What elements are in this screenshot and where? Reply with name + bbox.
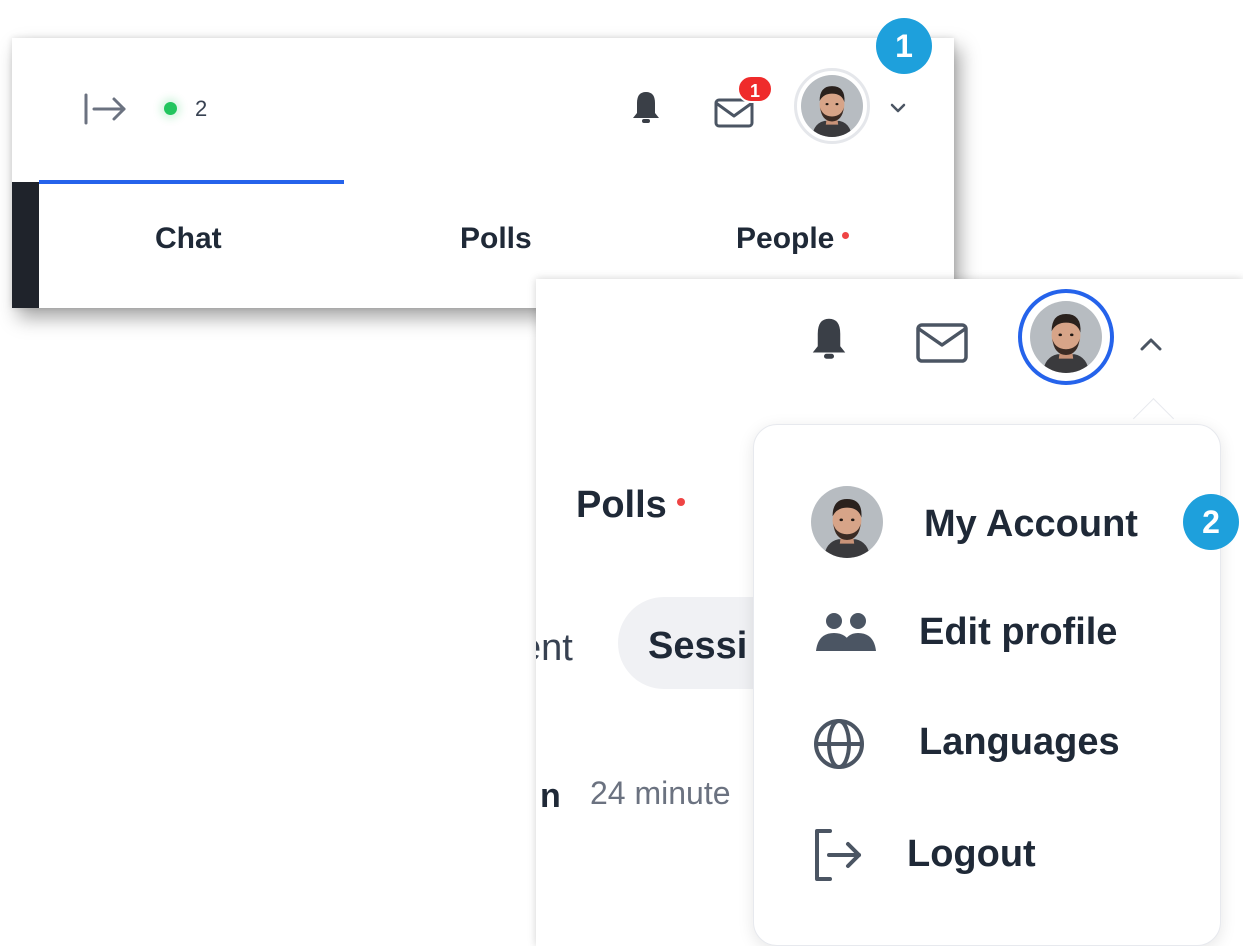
- sidebar-strip: [12, 182, 39, 308]
- account-dropdown-menu: My Account Edit profile Languages Logout: [753, 424, 1221, 946]
- expand-sidebar-icon[interactable]: [82, 91, 130, 127]
- globe-icon: [814, 719, 864, 769]
- chevron-up-icon[interactable]: [1136, 333, 1166, 355]
- mail-icon[interactable]: [914, 321, 970, 365]
- menu-item-label: Logout: [907, 833, 1036, 875]
- polls-notification-dot: [676, 498, 685, 506]
- bell-icon[interactable]: [626, 88, 666, 128]
- top-navbar-panel: 2 1 Chat Polls People: [12, 38, 954, 308]
- online-count: 2: [195, 96, 208, 121]
- tab-polls[interactable]: Polls: [576, 484, 685, 527]
- menu-item-label: My Account: [924, 503, 1138, 545]
- users-icon: [816, 613, 876, 651]
- avatar[interactable]: [801, 75, 863, 137]
- chevron-down-icon[interactable]: [886, 98, 910, 118]
- session-filter-label: Sessi: [648, 625, 748, 667]
- menu-item-my-account[interactable]: My Account: [754, 477, 1220, 567]
- logout-icon: [815, 829, 861, 881]
- active-tab-indicator: [39, 180, 344, 184]
- avatar[interactable]: [1030, 301, 1102, 373]
- message-author: n: [540, 777, 561, 815]
- menu-item-edit-profile[interactable]: Edit profile: [754, 591, 1220, 681]
- people-notification-dot: [842, 232, 850, 239]
- partial-filter-label[interactable]: ent: [536, 627, 573, 670]
- message-timestamp: 24 minute: [590, 775, 731, 811]
- menu-item-logout[interactable]: Logout: [754, 813, 1220, 903]
- tab-people[interactable]: People: [736, 222, 850, 256]
- menu-item-label: Edit profile: [919, 611, 1118, 653]
- online-status-dot: [164, 102, 177, 115]
- step-marker-1: 1: [876, 18, 932, 74]
- menu-item-label: Languages: [919, 721, 1120, 763]
- bell-icon[interactable]: [804, 315, 854, 365]
- menu-item-languages[interactable]: Languages: [754, 701, 1220, 791]
- tab-polls[interactable]: Polls: [460, 222, 532, 256]
- mail-unread-badge: 1: [737, 75, 773, 103]
- tab-chat[interactable]: Chat: [155, 222, 222, 256]
- avatar: [811, 486, 883, 558]
- step-marker-2: 2: [1183, 494, 1239, 550]
